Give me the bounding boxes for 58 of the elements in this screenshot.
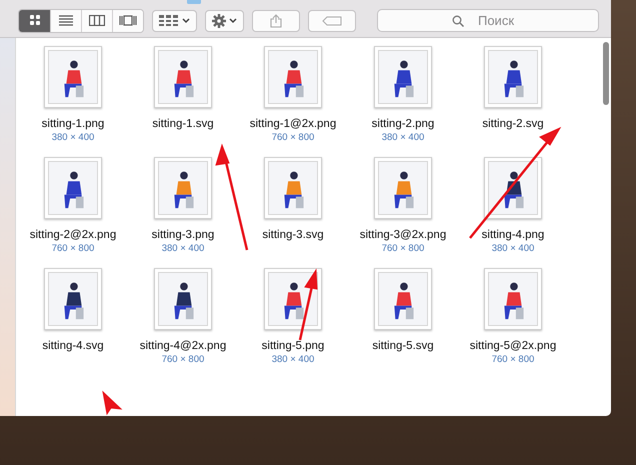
caret-icon [182,18,190,24]
search-icon [452,15,464,27]
file-name: sitting-2.svg [482,117,544,131]
file-name: sitting-1.svg [152,117,214,131]
file-name: sitting-4.svg [42,339,104,353]
file-thumbnail[interactable] [374,157,432,219]
file-name: sitting-1.png [42,117,104,131]
image-dimensions: 380 × 400 [382,131,424,144]
settings-icon [212,14,226,28]
image-dimensions: 760 × 800 [272,131,314,144]
file-name: sitting-5@2x.png [470,339,556,353]
file-thumbnail[interactable] [484,46,542,108]
arrange-button[interactable] [152,10,197,32]
file-thumbnail[interactable] [484,157,542,219]
file-name: sitting-4@2x.png [140,339,226,353]
settings-button[interactable] [205,10,244,32]
grid-icon [30,15,40,26]
file-thumbnail[interactable] [264,268,322,330]
image-dimensions: 760 × 800 [492,353,534,366]
columns-icon [89,15,105,26]
caret-icon [229,18,237,24]
image-dimensions: 760 × 800 [52,242,94,255]
icon-view-button[interactable] [19,10,50,32]
file-name: sitting-3.svg [262,228,324,242]
file-thumbnail[interactable] [374,268,432,330]
share-icon [270,14,282,28]
view-mode-control[interactable] [18,8,144,32]
image-dimensions: 380 × 400 [162,242,204,255]
file-thumbnail[interactable] [154,157,212,219]
gallery-view-button[interactable] [112,10,143,32]
image-dimensions: 760 × 800 [162,353,204,366]
file-thumbnail[interactable] [374,46,432,108]
file-name: sitting-2.png [372,117,434,131]
tag-icon [322,16,342,26]
search-field[interactable]: Поиск [377,9,599,32]
list-icon [59,15,73,26]
grid-icon [159,14,179,26]
file-name: sitting-5.png [262,339,324,353]
file-name: sitting-1@2x.png [250,117,336,131]
file-name: sitting-3@2x.png [360,228,446,242]
file-name: sitting-2@2x.png [30,228,116,242]
file-thumbnail[interactable] [44,268,102,330]
image-dimensions: 380 × 400 [492,242,534,255]
file-thumbnail[interactable] [264,157,322,219]
file-thumbnail[interactable] [44,46,102,108]
file-thumbnail[interactable] [484,268,542,330]
scrollbar[interactable] [603,42,609,105]
image-dimensions: 380 × 400 [52,131,94,144]
file-name: sitting-3.png [152,228,214,242]
file-thumbnail[interactable] [44,157,102,219]
gallery-icon [119,15,137,26]
file-thumbnail[interactable] [264,46,322,108]
image-dimensions: 380 × 400 [272,353,314,366]
file-name: sitting-5.svg [372,339,434,353]
file-thumbnail[interactable] [154,46,212,108]
image-dimensions: 760 × 800 [382,242,424,255]
file-name: sitting-4.png [482,228,544,242]
file-thumbnail[interactable] [154,268,212,330]
